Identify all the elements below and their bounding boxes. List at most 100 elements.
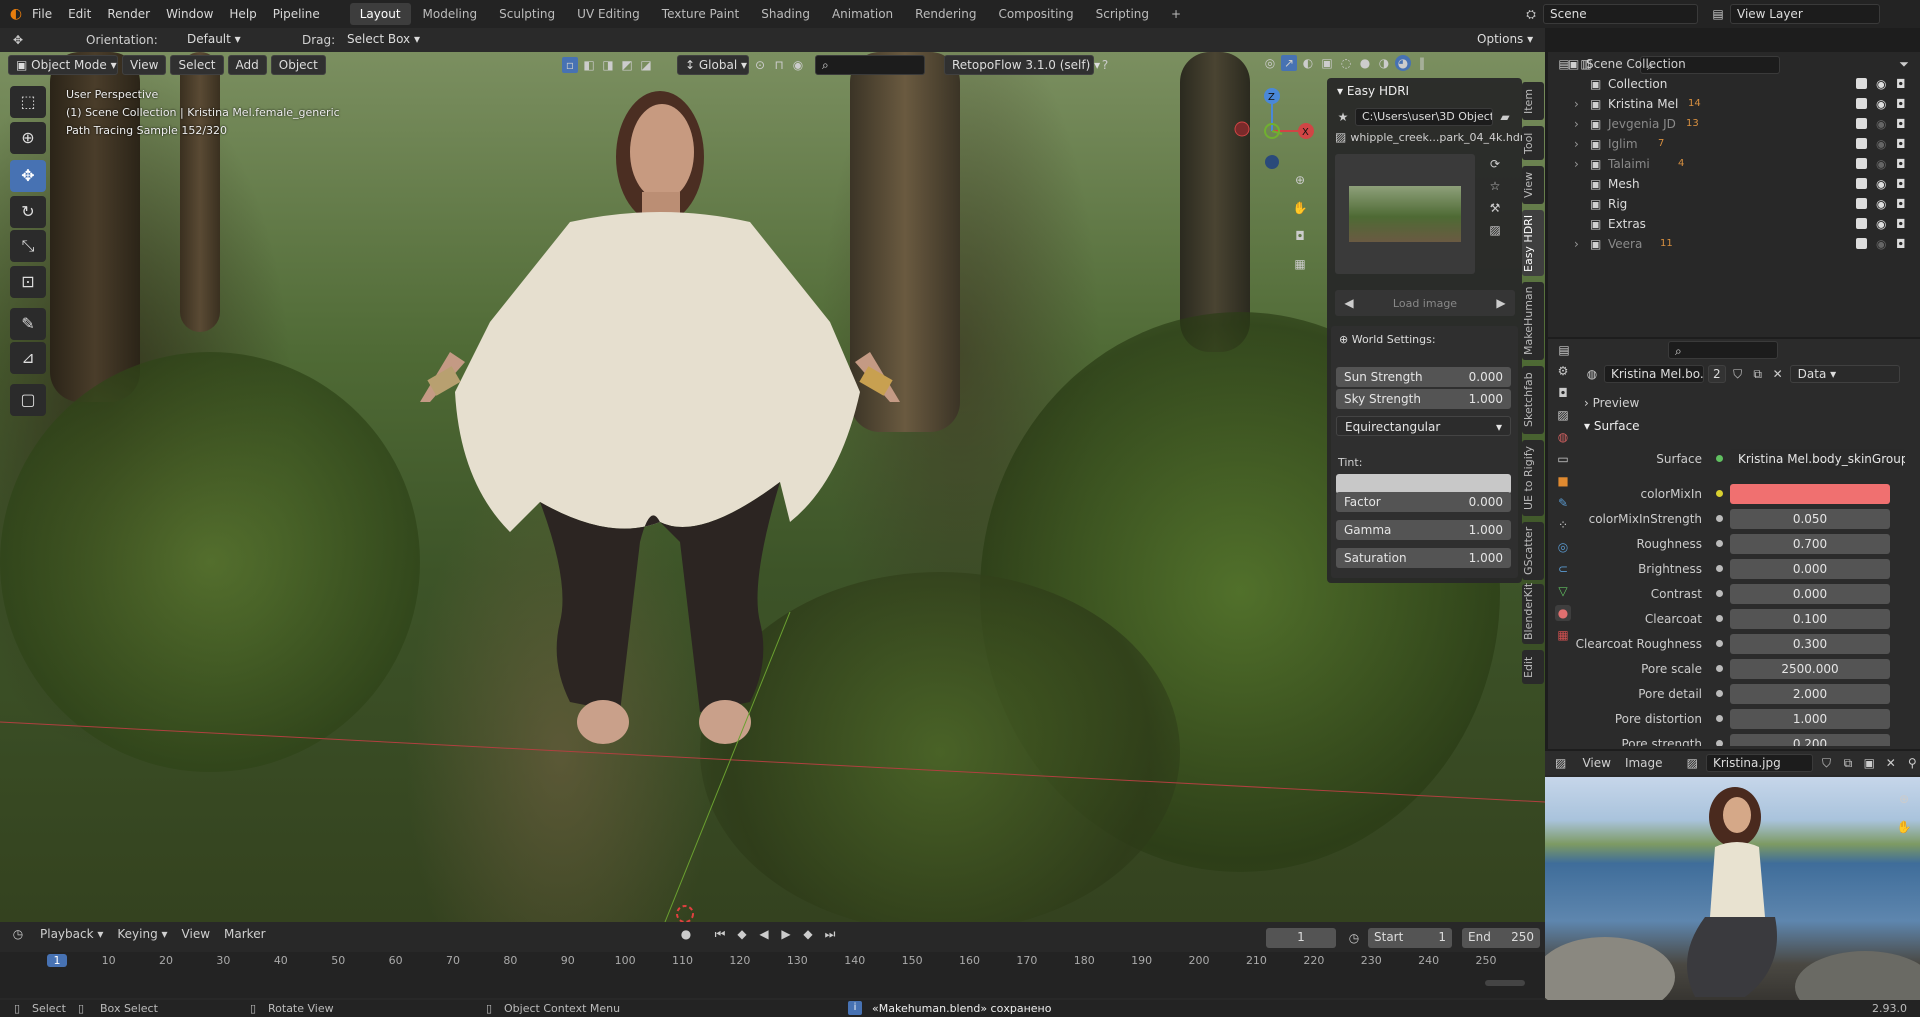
tab-sculpting[interactable]: Sculpting bbox=[489, 3, 565, 25]
auto-keying-icon[interactable]: ● bbox=[678, 926, 694, 942]
surface-section[interactable]: ▾ Surface bbox=[1584, 419, 1640, 433]
eye-icon[interactable]: ◉ bbox=[1876, 234, 1886, 254]
next-image-icon[interactable]: ▶ bbox=[1493, 295, 1509, 311]
menu-add[interactable]: Add bbox=[227, 55, 267, 75]
orientation-dropdown[interactable]: Default ▾ bbox=[180, 30, 280, 50]
hdri-file-name[interactable]: whipple_creek...park_04_4k.hdr bbox=[1350, 131, 1524, 144]
expand-arrow-icon[interactable]: › bbox=[1574, 154, 1579, 174]
scale-tool[interactable]: ⤡ bbox=[10, 230, 46, 262]
outliner-item[interactable]: ▣ Rig ◉ ◘ bbox=[1548, 194, 1920, 214]
checkbox-icon[interactable] bbox=[1856, 238, 1867, 249]
render-camera-icon[interactable]: ◘ bbox=[1896, 214, 1906, 234]
tool-properties-icon[interactable]: ⚙ bbox=[1555, 363, 1571, 379]
end-frame-field[interactable]: End 250 bbox=[1462, 928, 1540, 948]
blender-logo-icon[interactable]: ◐ bbox=[8, 6, 24, 22]
measure-tool[interactable]: ⊿ bbox=[10, 342, 46, 374]
projection-dropdown[interactable]: Equirectangular ▾ bbox=[1336, 416, 1511, 436]
object-count-badge[interactable]: 11 bbox=[1660, 234, 1673, 254]
overlay-icon[interactable]: ◐ bbox=[1300, 55, 1316, 71]
image-fake-user-icon[interactable]: ⛉ bbox=[1819, 755, 1834, 771]
property-value-field[interactable]: 1.000 bbox=[1730, 709, 1890, 729]
tab-scripting[interactable]: Scripting bbox=[1086, 3, 1159, 25]
help-icon[interactable]: ? bbox=[1097, 57, 1113, 73]
settings-wrench-icon[interactable]: ⚒ bbox=[1487, 200, 1503, 216]
mode-dropdown[interactable]: ▣ Object Mode ▾ bbox=[8, 55, 118, 75]
eye-icon[interactable]: ◉ bbox=[1876, 94, 1886, 114]
load-image-button[interactable]: Load image bbox=[1393, 297, 1457, 310]
tab-uv-editing[interactable]: UV Editing bbox=[567, 3, 650, 25]
sidebar-tab-edit[interactable]: Edit bbox=[1522, 650, 1544, 684]
add-cube-tool[interactable]: ▢ bbox=[10, 384, 46, 416]
image-zoom-icon[interactable]: ⊕ bbox=[1896, 791, 1912, 807]
menu-file[interactable]: File bbox=[24, 0, 60, 28]
retopoflow-dropdown[interactable]: RetopoFlow 3.1.0 (self) ▾ bbox=[944, 55, 1100, 75]
select-intersect-icon[interactable]: ◪ bbox=[638, 57, 654, 73]
render-camera-icon[interactable]: ◘ bbox=[1896, 194, 1906, 214]
status-message[interactable]: «Makehuman.blend» сохранено bbox=[872, 1000, 1051, 1017]
pan-hand-icon[interactable]: ✋ bbox=[1292, 200, 1308, 216]
tint-color-swatch[interactable] bbox=[1336, 474, 1511, 494]
expand-arrow-icon[interactable]: › bbox=[1574, 234, 1579, 254]
outliner-item[interactable]: › ▣ Talaimi 4 ◉ ◘ bbox=[1548, 154, 1920, 174]
select-invert-icon[interactable]: ◩ bbox=[619, 57, 635, 73]
eye-icon[interactable]: ◉ bbox=[1876, 174, 1886, 194]
sidebar-tab-item[interactable]: Item bbox=[1522, 82, 1544, 120]
outliner-scene-collection[interactable]: ▣ Scene Collection bbox=[1548, 54, 1920, 74]
tab-layout[interactable]: Layout bbox=[349, 3, 411, 25]
select-extend-icon[interactable]: ◧ bbox=[581, 57, 597, 73]
checkbox-icon[interactable] bbox=[1856, 78, 1867, 89]
material-shading-icon[interactable]: ◑ bbox=[1376, 55, 1392, 71]
tab-animation[interactable]: Animation bbox=[822, 3, 903, 25]
checkbox-icon[interactable] bbox=[1856, 138, 1867, 149]
menu-pipeline[interactable]: Pipeline bbox=[265, 0, 328, 28]
sidebar-tab-tool[interactable]: Tool bbox=[1522, 126, 1544, 160]
image-unlink-icon[interactable]: ✕ bbox=[1883, 755, 1898, 771]
outliner-item[interactable]: ▣ Collection ◉ ◘ bbox=[1548, 74, 1920, 94]
render-camera-icon[interactable]: ◘ bbox=[1896, 114, 1906, 134]
reference-photo[interactable]: ⊕ ✋ bbox=[1545, 777, 1920, 1017]
property-value-field[interactable]: 0.300 bbox=[1730, 634, 1890, 654]
property-value-field[interactable]: 0.700 bbox=[1730, 534, 1890, 554]
image-new-icon[interactable]: ⧉ bbox=[1840, 755, 1855, 771]
object-count-badge[interactable]: 14 bbox=[1688, 94, 1701, 114]
next-keyframe-icon[interactable]: ◆ bbox=[800, 926, 816, 942]
select-box-tool[interactable]: ⬚ bbox=[10, 86, 46, 118]
outliner-item[interactable]: ▣ Extras ◉ ◘ bbox=[1548, 214, 1920, 234]
3d-viewport[interactable]: User Perspective (1) Scene Collection | … bbox=[0, 52, 1545, 922]
pin-icon[interactable]: ⚲ bbox=[1905, 755, 1920, 771]
expand-arrow-icon[interactable]: › bbox=[1574, 114, 1579, 134]
preview-section[interactable]: › Preview bbox=[1584, 396, 1639, 410]
image-editor-type-icon[interactable]: ▨ bbox=[1553, 755, 1568, 771]
menu-object[interactable]: Object bbox=[270, 55, 326, 75]
image-browse-icon[interactable]: ▨ bbox=[1685, 755, 1700, 771]
jump-start-icon[interactable]: ⏮ bbox=[712, 926, 728, 942]
play-icon[interactable]: ▶ bbox=[778, 926, 794, 942]
move-tool[interactable]: ✥ bbox=[10, 160, 46, 192]
timeline-scrollbar[interactable] bbox=[1485, 980, 1525, 986]
render-camera-icon[interactable]: ◘ bbox=[1896, 134, 1906, 154]
expand-arrow-icon[interactable]: › bbox=[1574, 94, 1579, 114]
xray-icon[interactable]: ▣ bbox=[1319, 55, 1335, 71]
refresh-icon[interactable]: ⟳ bbox=[1487, 156, 1503, 172]
timeline-editor-icon[interactable]: ◷ bbox=[10, 926, 26, 942]
image-name-field[interactable]: Kristina.jpg bbox=[1705, 754, 1813, 772]
transform-tool[interactable]: ⊡ bbox=[10, 266, 46, 298]
image-open-icon[interactable]: ▣ bbox=[1862, 755, 1877, 771]
preview-range-icon[interactable]: ◷ bbox=[1346, 930, 1362, 946]
data-properties-icon[interactable]: ▽ bbox=[1555, 583, 1571, 599]
zoom-icon[interactable]: ⊕ bbox=[1292, 172, 1308, 188]
current-frame-field[interactable]: 1 bbox=[1266, 928, 1336, 948]
cursor-tool[interactable]: ⊕ bbox=[10, 122, 46, 154]
playhead[interactable]: 1 bbox=[47, 954, 67, 967]
menu-render[interactable]: Render bbox=[99, 0, 158, 28]
outliner-item[interactable]: › ▣ Veera 11 ◉ ◘ bbox=[1548, 234, 1920, 254]
select-subtract-icon[interactable]: ◨ bbox=[600, 57, 616, 73]
pause-render-icon[interactable]: ‖ bbox=[1414, 55, 1430, 71]
object-properties-icon[interactable]: ■ bbox=[1555, 473, 1571, 489]
favorite-star-icon[interactable]: ★ bbox=[1335, 109, 1351, 125]
solid-shading-icon[interactable]: ● bbox=[1357, 55, 1373, 71]
jump-end-icon[interactable]: ⏭ bbox=[822, 926, 838, 942]
timeline-ruler[interactable]: 1 10 20 30 40 50 60 70 80 90 100 110 120 130 140 150 160… bbox=[0, 952, 1545, 972]
property-value-field[interactable]: 0.100 bbox=[1730, 609, 1890, 629]
image-menu-view[interactable]: View bbox=[1582, 756, 1610, 770]
